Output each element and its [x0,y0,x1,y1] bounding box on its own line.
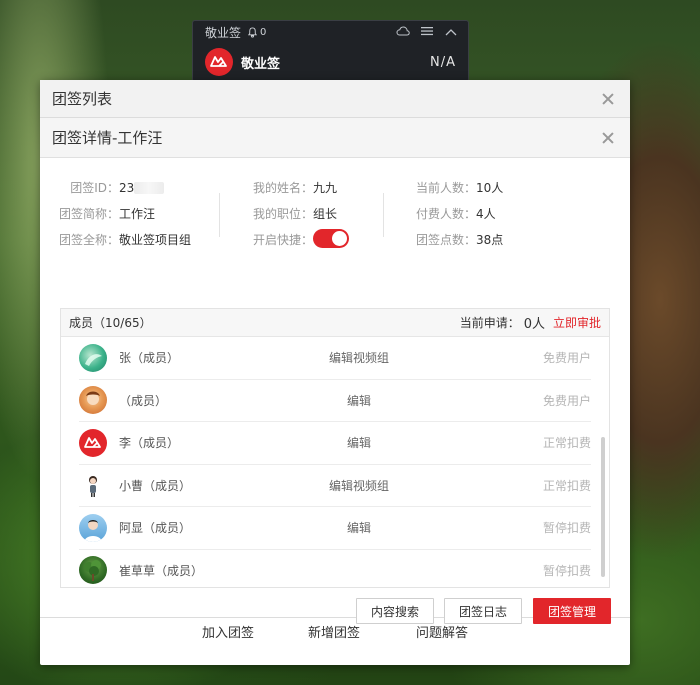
avatar [79,513,107,542]
member-count: 成员（10/65） [69,316,152,330]
team-info-col-2: 我的姓名： 九九 我的职位： 组长 开启快捷： [240,180,349,248]
team-points-key: 团签点数： [415,233,476,247]
member-row[interactable]: 李（成员） 编辑 正常扣费 [79,422,591,465]
team-id-value: 23 [119,180,135,195]
team-full-name-key: 团签全称： [58,233,119,247]
mini-widget-title: 敬业签 [205,25,242,40]
member-status: 暂停扣费 [542,563,591,578]
mini-value: N/A [430,54,456,70]
avatar [79,556,107,585]
mini-widget-titlebar: 敬业签 0 [193,21,468,43]
avatar [79,471,107,500]
team-full-name-row: 团签全称： 敬业签项目组 [40,232,191,247]
avatar [79,343,107,372]
menu-icon[interactable] [418,25,436,39]
team-detail-header: 团签详情-工作汪 [40,118,630,158]
team-list-footer: 加入团签 新增团签 问题解答 [40,618,630,642]
info-divider [383,193,384,237]
app-logo-avatar [79,428,107,457]
apply-info: 当前申请： 0人 立即审批 [460,313,601,332]
my-name-value: 九九 [313,181,338,195]
team-list-title: 团签列表 [52,90,113,108]
team-points-value: 38点 [476,233,504,247]
avatar [79,386,107,415]
member-role: 编辑视频组 [328,351,389,366]
member-status: 暂停扣费 [542,521,591,536]
member-list: 张（成员） 编辑视频组 免费用户 （成员） 编辑 免费用户 李（成员） 编辑 正… [61,337,609,587]
my-position-row: 我的职位： 组长 [240,206,349,221]
team-list-header: 团签列表 [40,80,630,118]
bell-icon [247,26,258,38]
my-name-row: 我的姓名： 九九 [240,180,349,195]
team-detail-dialog: 团签详情-工作汪 团签ID： 23 团签简称： 工作汪 团签全称： 敬业签项目组 [40,118,630,624]
current-count-key: 当前人数： [415,181,476,195]
mini-app-name: 敬业签 [241,56,281,72]
quick-toggle-switch[interactable] [313,229,349,248]
team-short-name-row: 团签简称： 工作汪 [40,206,191,221]
close-team-list-icon[interactable] [598,89,618,109]
app-logo-icon [205,48,233,76]
member-row[interactable]: 小曹（成员） 编辑视频组 正常扣费 [79,465,591,507]
quick-toggle-row: 开启快捷： [240,229,349,248]
member-name: 阿显（成员） [119,521,192,536]
approve-now-link[interactable]: 立即审批 [553,314,601,331]
apply-count: 0人 [523,317,545,332]
my-name-key: 我的姓名： [252,181,313,195]
faq-link[interactable]: 问题解答 [416,622,468,641]
member-status: 正常扣费 [542,436,591,451]
team-id-row: 团签ID： 23 [40,180,191,195]
member-role: 编辑 [346,521,371,536]
member-row[interactable]: 阿显（成员） 编辑 暂停扣费 [79,507,591,550]
chevron-up-icon[interactable] [442,25,460,39]
member-status: 免费用户 [542,351,591,366]
member-row[interactable]: （成员） 编辑 免费用户 [79,380,591,422]
member-status: 免费用户 [542,393,591,408]
join-team-link[interactable]: 加入团签 [202,622,254,641]
member-panel: 成员（10/65） 当前申请： 0人 立即审批 张（成员） 编辑视频组 免费用户 [60,308,610,588]
member-list-scrollbar[interactable] [601,437,605,577]
apply-label: 当前申请： [459,316,520,330]
quick-toggle-key: 开启快捷： [252,233,313,247]
member-name: 崔草草（成员） [119,563,204,578]
member-header: 成员（10/65） 当前申请： 0人 立即审批 [61,309,609,337]
my-position-key: 我的职位： [252,207,313,221]
member-row[interactable]: 张（成员） 编辑视频组 免费用户 [79,337,591,380]
toggle-knob [332,231,347,246]
current-count-value: 10人 [476,181,504,195]
member-name: 小曹（成员） [119,478,192,493]
member-role: 编辑 [346,393,371,408]
team-points-row: 团签点数： 38点 [400,232,503,247]
paid-count-row: 付费人数： 4人 [400,206,503,221]
team-list-dialog: 团签列表 团签详情-工作汪 团签ID： 23 团签简称： 工作汪 团签全称： 敬… [40,80,630,665]
team-info-col-1: 团签ID： 23 团签简称： 工作汪 团签全称： 敬业签项目组 [40,180,191,248]
member-name: （成员） [119,393,168,408]
member-status: 正常扣费 [542,478,591,493]
redacted-blur [134,181,165,194]
mini-widget: 敬业签 0 敬业签 N/A [192,20,469,82]
notification-bell[interactable]: 0 [247,27,266,38]
paid-count-value: 4人 [476,207,496,221]
member-role: 编辑视频组 [328,478,389,493]
team-info: 团签ID： 23 团签简称： 工作汪 团签全称： 敬业签项目组 我的姓名： 九九 [40,158,630,268]
close-team-detail-icon[interactable] [598,128,618,148]
info-divider [219,193,220,237]
member-role: 编辑 [346,436,371,451]
new-team-link[interactable]: 新增团签 [308,622,360,641]
team-short-name-key: 团签简称： [58,207,119,221]
paid-count-key: 付费人数： [415,207,476,221]
member-row[interactable]: 崔草草（成员） 暂停扣费 [79,550,591,588]
mini-widget-body: 敬业签 N/A [193,43,468,81]
my-position-value: 组长 [313,207,338,221]
cloud-sync-icon[interactable] [394,25,412,39]
current-count-row: 当前人数： 10人 [400,180,503,195]
team-detail-title: 团签详情-工作汪 [52,129,163,147]
member-name: 李（成员） [119,436,180,451]
team-info-col-3: 当前人数： 10人 付费人数： 4人 团签点数： 38点 [400,180,503,247]
bell-count: 0 [260,26,267,38]
team-short-name-value: 工作汪 [119,207,156,221]
team-id-key: 团签ID： [70,181,119,195]
team-full-name-value: 敬业签项目组 [119,233,192,247]
member-name: 张（成员） [119,351,180,366]
